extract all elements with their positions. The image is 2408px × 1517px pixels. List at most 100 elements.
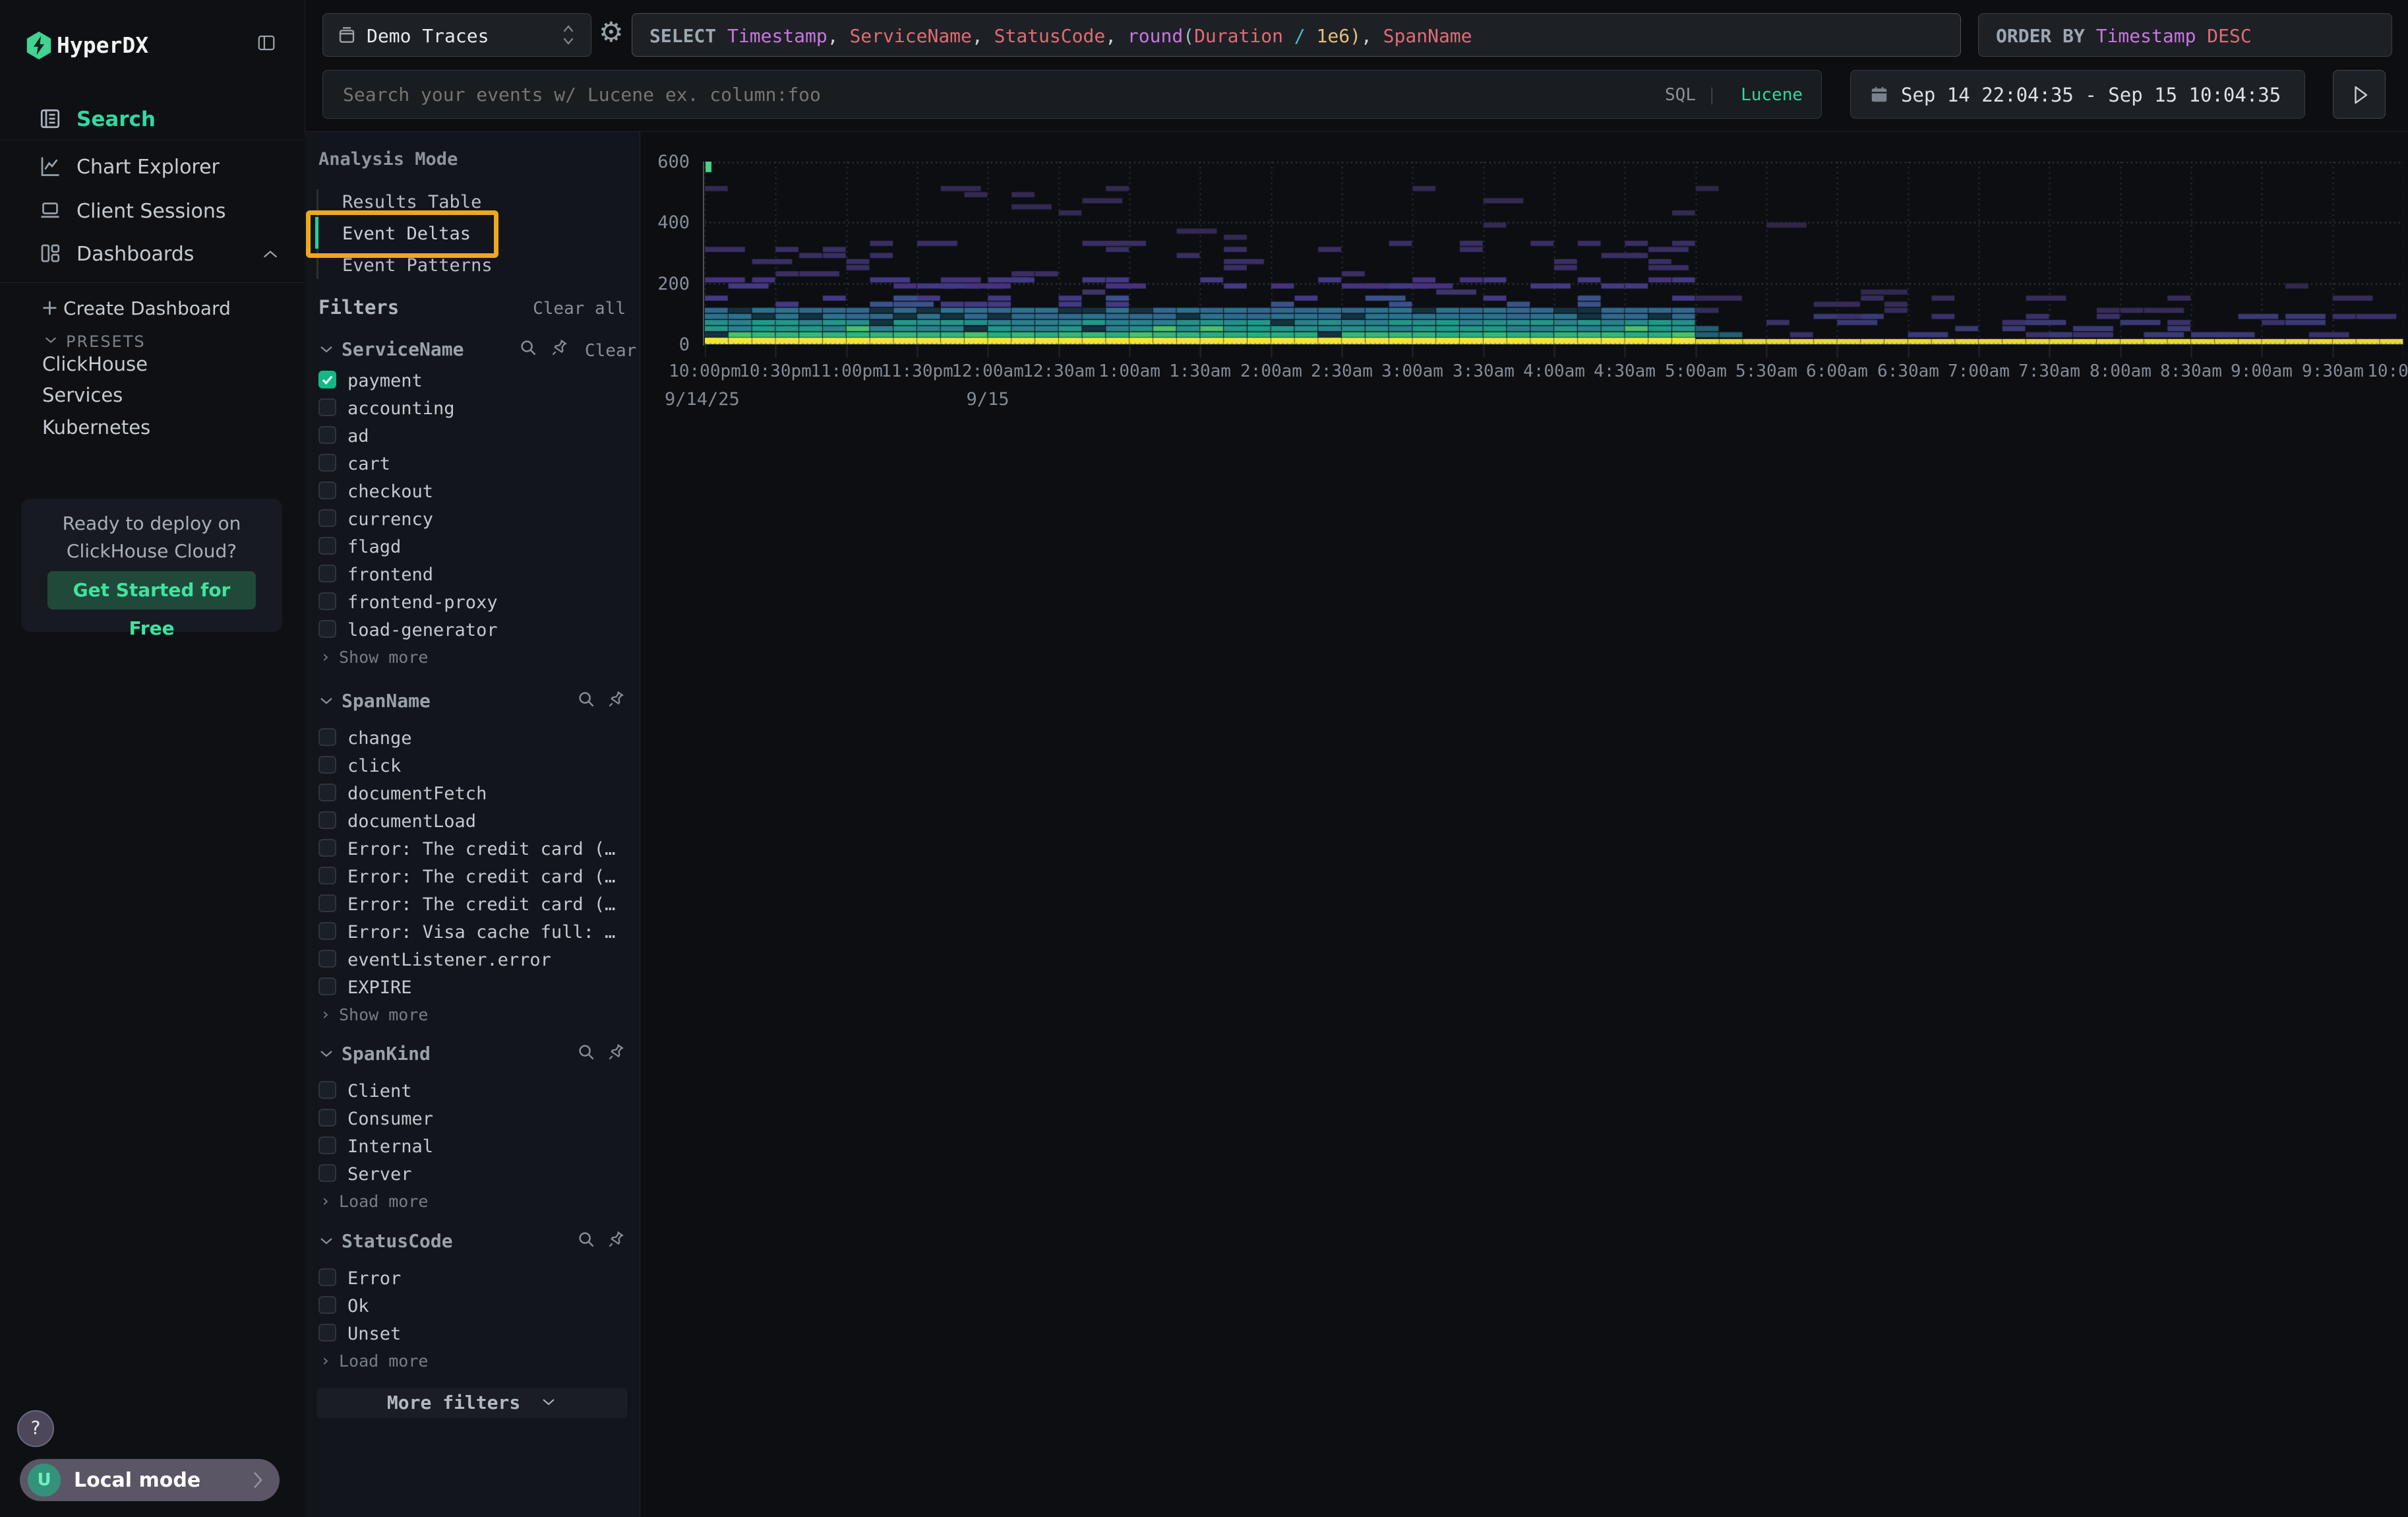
collapse-sidebar-icon[interactable] [256, 33, 277, 53]
sidebar-item-client-sessions[interactable]: Client Sessions [0, 191, 305, 230]
filter-checkbox[interactable] [318, 894, 336, 912]
filter-item-row[interactable]: checkout [305, 477, 640, 505]
filter-checkbox[interactable] [318, 1268, 336, 1286]
pin-icon[interactable] [607, 1042, 626, 1062]
trace-duration-heatmap[interactable] [705, 162, 2403, 359]
filter-checkbox[interactable] [318, 426, 336, 444]
tab-results-table[interactable]: Results Table [342, 193, 481, 211]
filter-item-row[interactable]: cart [305, 449, 640, 477]
get-started-button[interactable]: Get Started for Free [47, 571, 256, 609]
filter-item-row[interactable]: Error [305, 1264, 640, 1291]
tab-event-patterns[interactable]: Event Patterns [342, 257, 493, 274]
pin-icon[interactable] [607, 689, 626, 709]
filter-checkbox[interactable] [318, 565, 336, 582]
filter-item-row[interactable]: Internal [305, 1132, 640, 1160]
filter-item-row[interactable]: eventListener.error [305, 945, 640, 973]
show-more-link[interactable]: ›Show more [305, 644, 640, 669]
load-more-link[interactable]: ›Load more [305, 1189, 640, 1214]
filter-checkbox[interactable] [318, 839, 336, 857]
presets-toggle[interactable]: PRESETS [0, 327, 305, 356]
filter-item-row[interactable]: Consumer [305, 1104, 640, 1132]
sql-select-input[interactable]: SELECT Timestamp, ServiceName, StatusCod… [632, 13, 1961, 57]
chevron-down-icon[interactable] [318, 344, 334, 355]
filter-checkbox[interactable] [318, 454, 336, 472]
show-more-link[interactable]: ›Show more [305, 1002, 640, 1027]
chevron-down-icon[interactable] [318, 696, 334, 706]
source-select[interactable]: Demo Traces [322, 13, 591, 57]
filter-item-row[interactable]: frontend-proxy [305, 588, 640, 615]
filter-item-label: load-generator [347, 621, 498, 639]
filter-checkbox[interactable] [318, 509, 336, 527]
sidebar-item-kubernetes[interactable]: Kubernetes [42, 418, 150, 437]
order-by-input[interactable]: ORDER BY Timestamp DESC [1978, 13, 2392, 57]
filter-checkbox[interactable] [318, 398, 336, 416]
pin-icon[interactable] [607, 1229, 626, 1249]
filter-item-row[interactable]: Server [305, 1160, 640, 1187]
sidebar-item-dashboards[interactable]: Dashboards [0, 233, 305, 273]
filter-item-row[interactable]: currency [305, 505, 640, 532]
filter-checkbox[interactable] [318, 1136, 336, 1154]
lang-lucene-toggle[interactable]: Lucene [1741, 86, 1803, 104]
sidebar-item-clickhouse[interactable]: ClickHouse [42, 355, 148, 374]
chevron-up-icon[interactable] [261, 248, 280, 260]
sidebar-item-chart-explorer[interactable]: Chart Explorer [0, 146, 305, 186]
filter-item-row[interactable]: accounting [305, 394, 640, 421]
search-input[interactable] [342, 71, 1650, 118]
filter-checkbox[interactable] [318, 481, 336, 499]
filter-item-row[interactable]: Client [305, 1076, 640, 1104]
filter-checkbox[interactable] [318, 867, 336, 884]
filter-checkbox[interactable] [318, 1324, 336, 1342]
filter-item-row[interactable]: Error: The credit card (… [305, 862, 640, 890]
filter-checkbox[interactable] [318, 1109, 336, 1127]
filter-checkbox[interactable] [318, 950, 336, 968]
run-query-button[interactable] [2333, 70, 2386, 119]
settings-gear-icon[interactable]: ⚙ [599, 18, 624, 46]
search-icon[interactable] [576, 1042, 596, 1062]
filter-item-row[interactable]: Ok [305, 1291, 640, 1319]
filter-item-row[interactable]: frontend [305, 560, 640, 588]
filter-checkbox[interactable] [318, 1296, 336, 1314]
filter-checkbox[interactable] [318, 784, 336, 801]
filter-item-row[interactable]: EXPIRE [305, 973, 640, 1001]
filter-checkbox[interactable] [318, 756, 336, 774]
filter-item-row[interactable]: Error: The credit card (… [305, 890, 640, 917]
filter-item-row[interactable]: documentLoad [305, 807, 640, 834]
filter-checkbox[interactable] [318, 811, 336, 829]
more-filters-button[interactable]: More filters [316, 1388, 627, 1418]
filter-item-row[interactable]: flagd [305, 532, 640, 560]
filter-item-row[interactable]: Unset [305, 1319, 640, 1347]
filter-item-row[interactable]: change [305, 724, 640, 751]
filter-item-row[interactable]: load-generator [305, 615, 640, 643]
pin-icon[interactable] [550, 338, 570, 357]
create-dashboard-button[interactable]: + Create Dashboard [0, 290, 305, 323]
filter-checkbox[interactable] [318, 728, 336, 746]
user-menu[interactable]: U Local mode [20, 1459, 280, 1501]
filter-item-row[interactable]: ad [305, 421, 640, 449]
filter-item-row[interactable]: Error: The credit card (… [305, 834, 640, 862]
filter-checkbox[interactable] [318, 620, 336, 638]
search-icon[interactable] [576, 1229, 596, 1249]
filter-item-row[interactable]: documentFetch [305, 779, 640, 807]
lang-sql-toggle[interactable]: SQL [1665, 86, 1696, 104]
filter-checkbox[interactable] [318, 371, 336, 388]
filter-checkbox[interactable] [318, 977, 336, 995]
filter-checkbox[interactable] [318, 1164, 336, 1182]
filter-checkbox[interactable] [318, 1081, 336, 1099]
filter-checkbox[interactable] [318, 537, 336, 555]
sidebar-item-search[interactable]: Search [0, 98, 305, 140]
filter-checkbox[interactable] [318, 592, 336, 610]
chevron-down-icon[interactable] [318, 1236, 334, 1247]
filter-item-row[interactable]: Error: Visa cache full: … [305, 917, 640, 945]
filter-item-row[interactable]: click [305, 751, 640, 779]
load-more-link[interactable]: ›Load more [305, 1348, 640, 1373]
search-icon[interactable] [518, 338, 538, 357]
clear-all-button[interactable]: Clear all [533, 300, 626, 317]
chevron-down-icon[interactable] [318, 1049, 334, 1059]
filter-checkbox[interactable] [318, 922, 336, 940]
search-icon[interactable] [576, 689, 596, 709]
time-range-picker[interactable]: Sep 14 22:04:35 - Sep 15 10:04:35 [1850, 70, 2305, 119]
clear-group-button[interactable]: Clear [585, 342, 636, 359]
sidebar-item-services[interactable]: Services [42, 386, 123, 405]
filter-item-row[interactable]: payment [305, 366, 640, 394]
help-button[interactable]: ? [17, 1410, 54, 1447]
